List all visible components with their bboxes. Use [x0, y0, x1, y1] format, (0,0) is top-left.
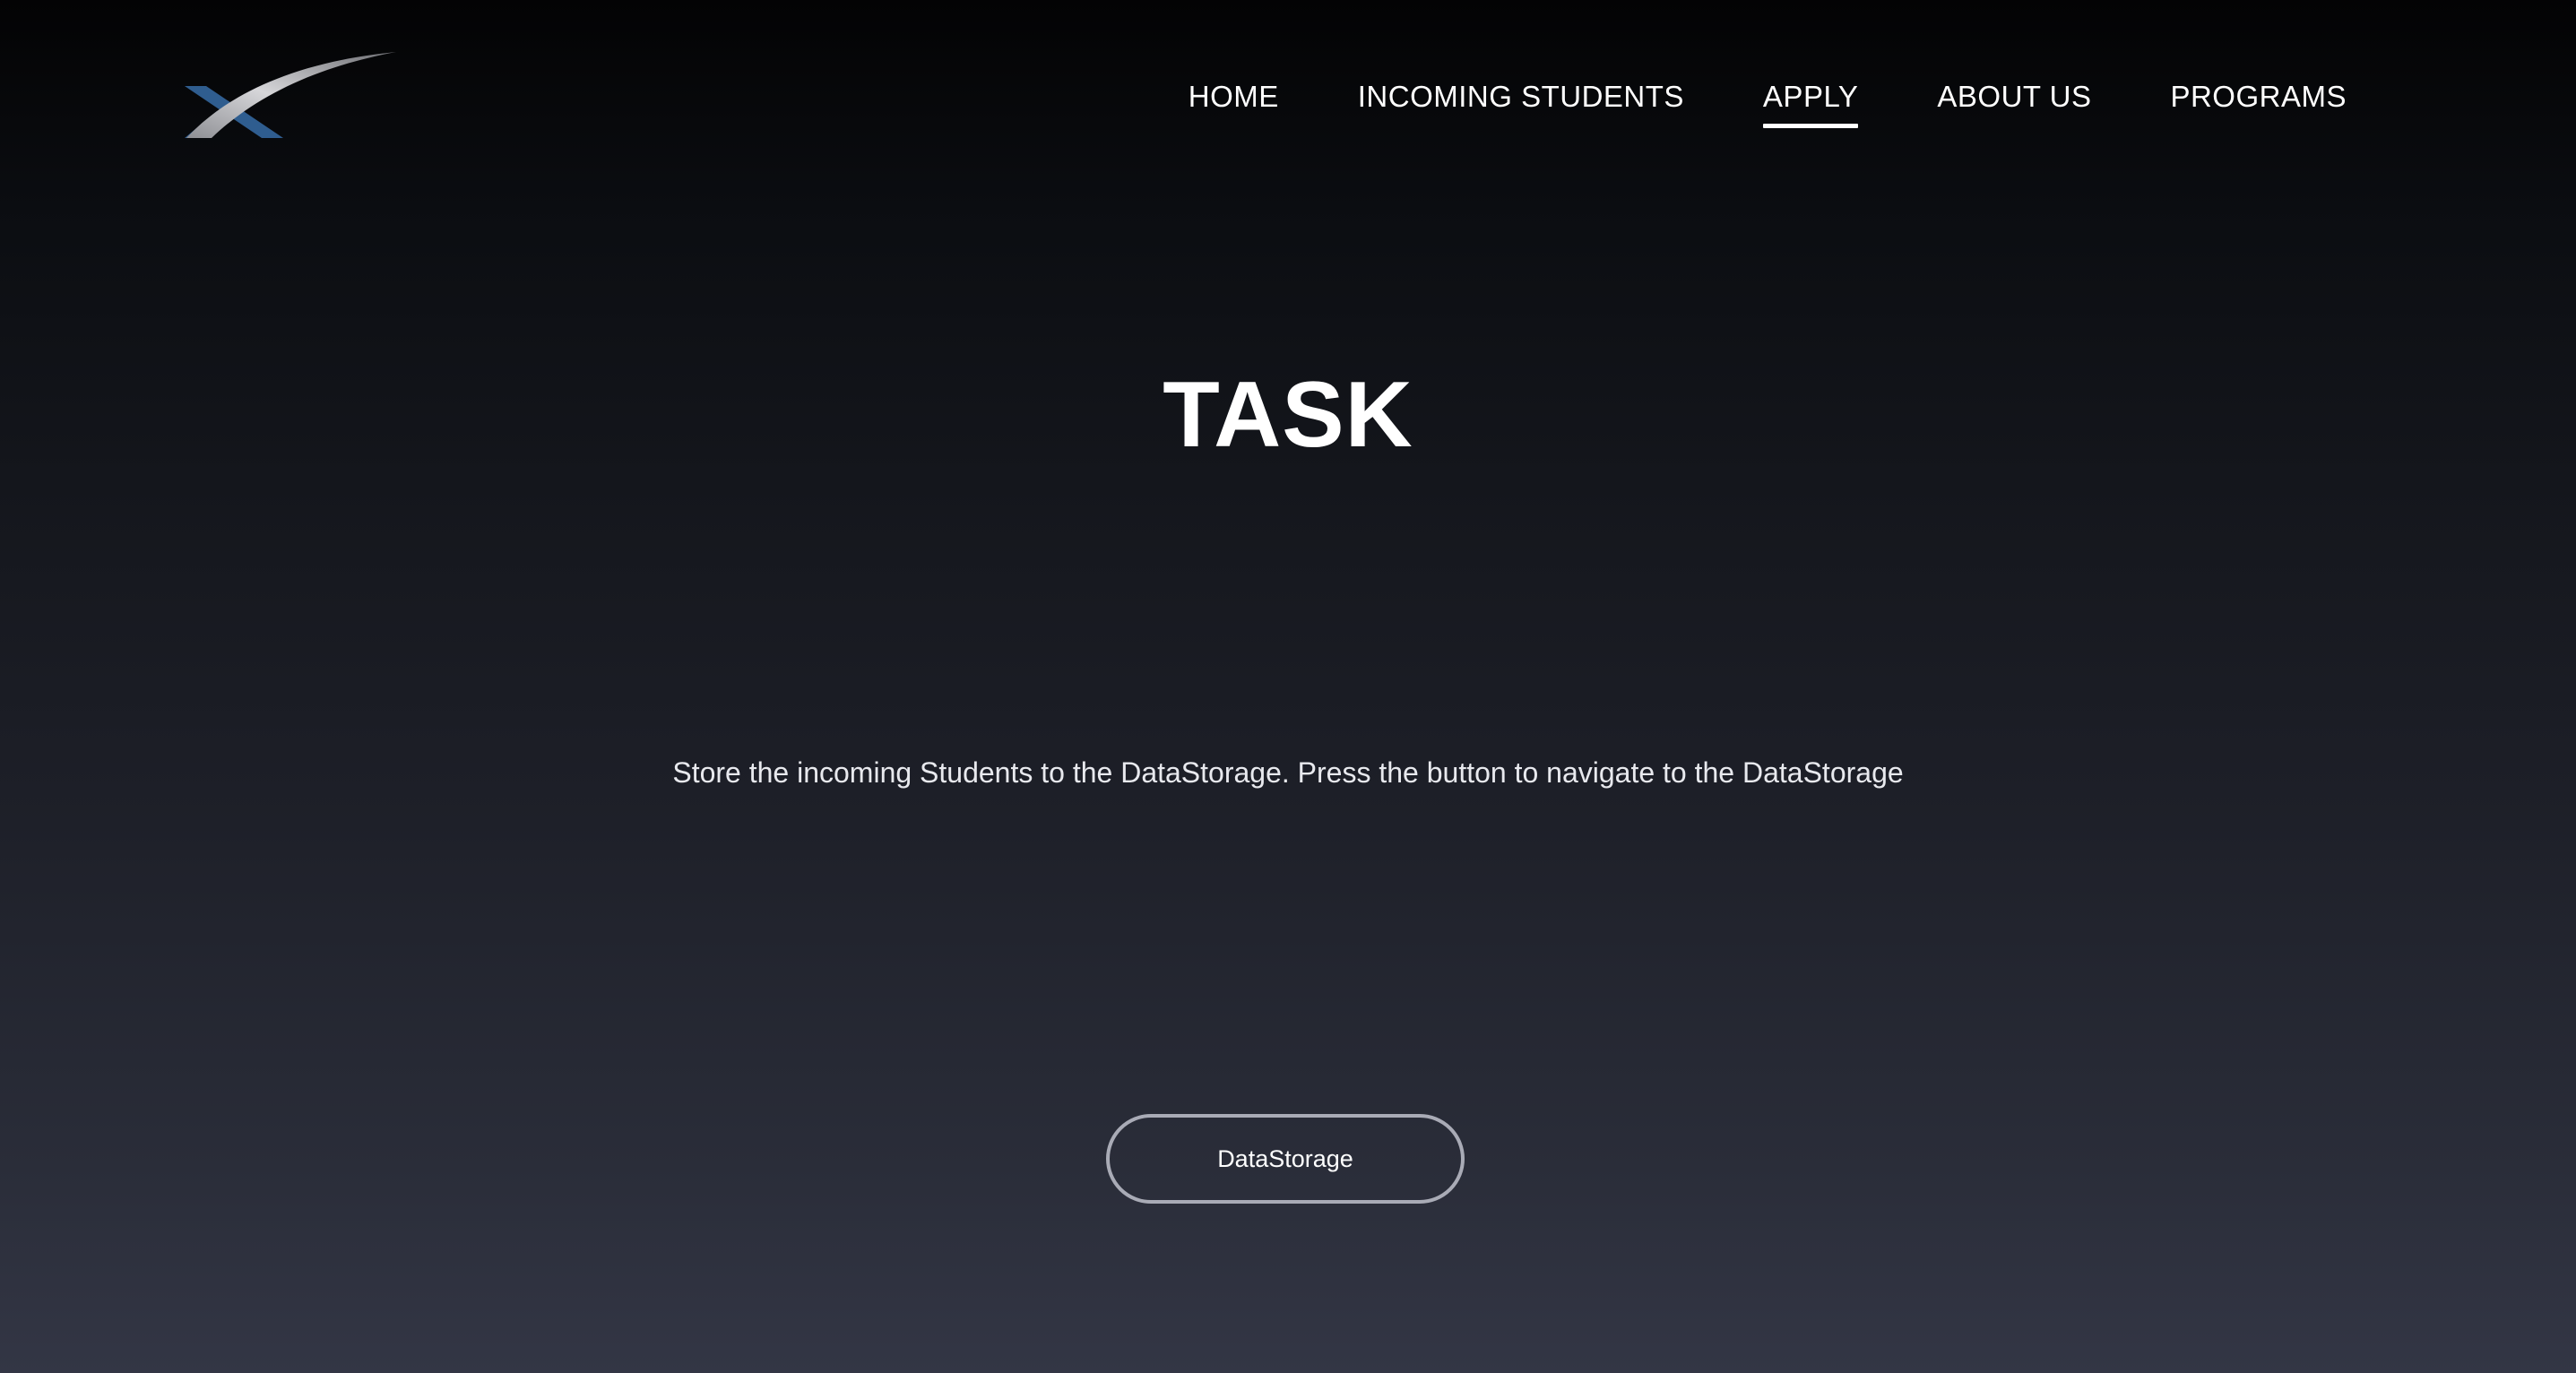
task-description: Store the incoming Students to the DataS… [672, 756, 1904, 789]
swoosh-x-logo[interactable] [185, 52, 396, 142]
page-title: TASK [1163, 363, 1413, 467]
datastorage-button[interactable]: DataStorage [1106, 1114, 1465, 1204]
nav-item-apply[interactable]: APPLY [1762, 79, 1859, 128]
main-nav: HOME INCOMING STUDENTS APPLY ABOUT US PR… [1189, 79, 2347, 128]
site-header: HOME INCOMING STUDENTS APPLY ABOUT US PR… [0, 0, 2576, 197]
nav-item-home[interactable]: HOME [1189, 79, 1279, 115]
nav-item-about-us[interactable]: ABOUT US [1937, 79, 2091, 115]
nav-item-incoming-students[interactable]: INCOMING STUDENTS [1358, 79, 1684, 115]
nav-item-programs[interactable]: PROGRAMS [2170, 79, 2347, 115]
